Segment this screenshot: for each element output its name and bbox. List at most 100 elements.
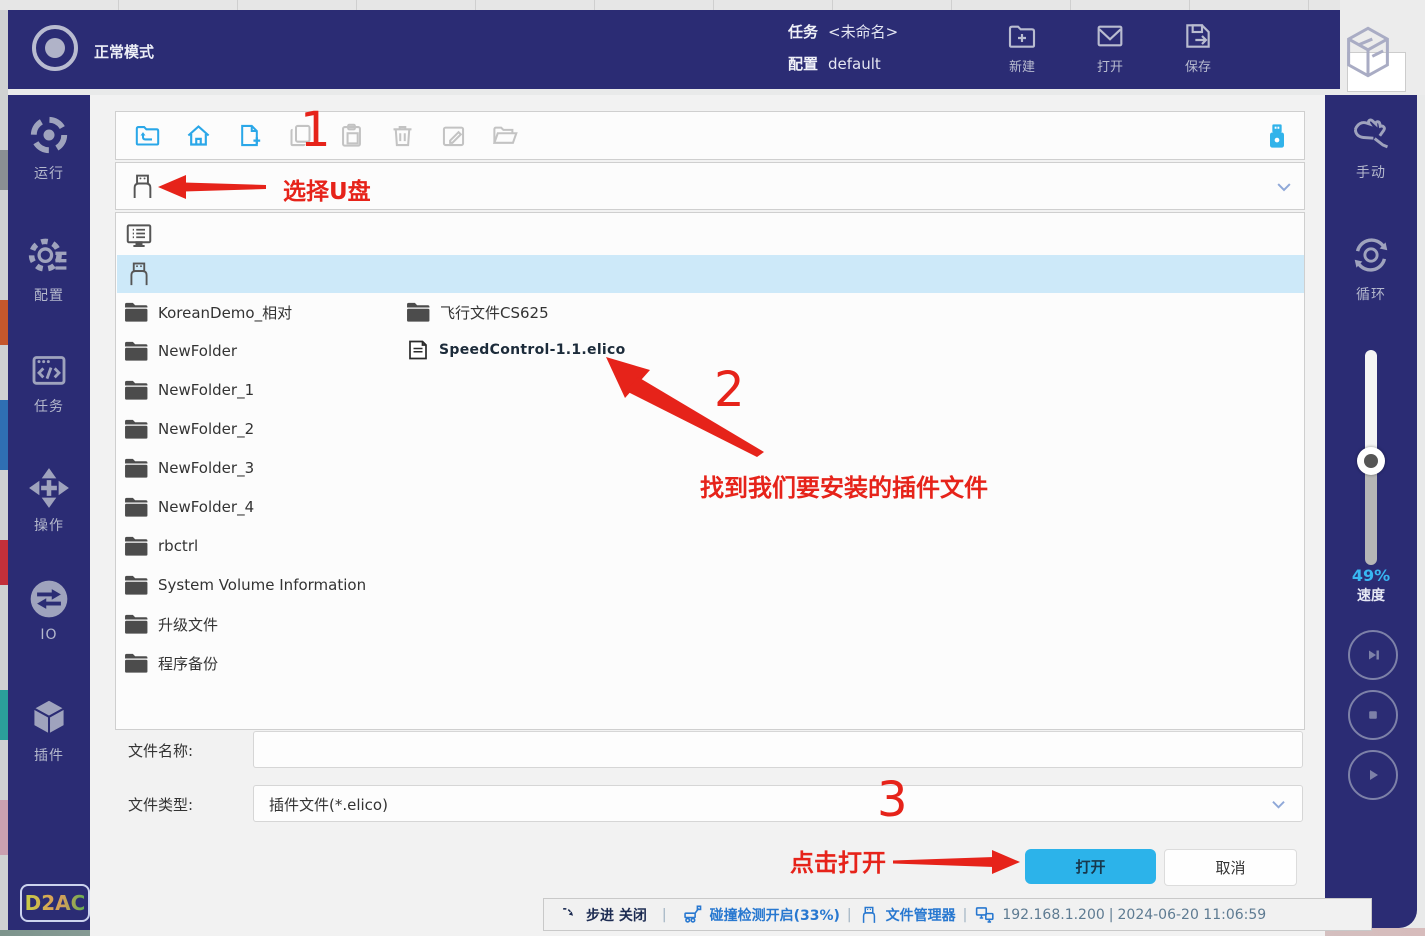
file-row[interactable]: NewFolder_2 xyxy=(124,415,254,443)
open-task-icon xyxy=(1094,20,1126,52)
folder-icon xyxy=(124,574,149,596)
datetime: 2024-06-20 11:06:59 xyxy=(1118,907,1267,923)
play-button[interactable] xyxy=(1348,750,1398,800)
file-row[interactable]: NewFolder_4 xyxy=(124,493,254,521)
file-manager-text[interactable]: 文件管理器 xyxy=(886,905,956,925)
file-name-label: 文件名称: xyxy=(128,740,193,761)
app-window: 正常模式 任务 <未命名> 配置 default 新建 打开 保存 xyxy=(0,0,1425,936)
sidebar-item-io[interactable]: IO xyxy=(8,577,90,643)
folder-icon xyxy=(124,457,149,479)
new-file-button[interactable] xyxy=(236,122,263,149)
sidebar-item-run[interactable]: 运行 xyxy=(8,113,90,183)
run-icon xyxy=(27,113,71,157)
d2ac-badge[interactable]: D2AC xyxy=(20,884,90,922)
record-mode-icon[interactable] xyxy=(26,19,84,77)
top-bar: 正常模式 任务 <未命名> 配置 default 新建 打开 保存 xyxy=(8,10,1340,89)
step-mode-text[interactable]: 步进 关闭 xyxy=(586,905,647,925)
device-row-local[interactable] xyxy=(116,217,1304,255)
sidebar-item-manual[interactable]: 手动 xyxy=(1325,112,1417,182)
file-type-select[interactable]: 插件文件(*.elico) xyxy=(253,785,1303,822)
file-type-value: 插件文件(*.elico) xyxy=(269,794,388,815)
home-button[interactable] xyxy=(185,122,212,149)
chevron-down-icon xyxy=(1274,177,1294,197)
save-task-label: 保存 xyxy=(1185,56,1211,75)
file-name: NewFolder xyxy=(158,342,237,360)
usb-device-button[interactable] xyxy=(1263,122,1291,150)
sidebar-item-config[interactable]: 配置 xyxy=(8,235,90,305)
sidebar-item-plugin[interactable]: 插件 xyxy=(8,695,90,765)
cancel-button[interactable]: 取消 xyxy=(1164,849,1297,886)
sidebar-item-label: IO xyxy=(40,627,57,643)
annotation-arrow-right xyxy=(893,849,1020,875)
folder-icon xyxy=(124,496,149,518)
sidebar-item-label: 插件 xyxy=(34,745,64,765)
device-row-usb[interactable] xyxy=(117,255,1304,293)
file-name: KoreanDemo_相对 xyxy=(158,302,292,323)
sidebar-item-label: 操作 xyxy=(34,515,64,535)
file-row[interactable]: NewFolder xyxy=(124,337,237,365)
file-row[interactable]: NewFolder_3 xyxy=(124,454,254,482)
ip-address: 192.168.1.200 xyxy=(1002,907,1104,923)
stop-button[interactable] xyxy=(1348,690,1398,740)
open-task-button[interactable]: 打开 xyxy=(1085,20,1135,75)
sidebar-item-operate[interactable]: 操作 xyxy=(8,467,90,535)
config-label: 配置 xyxy=(788,52,818,76)
desktop-fragment xyxy=(0,300,8,345)
folder-icon xyxy=(124,340,149,362)
usb-stick-icon xyxy=(125,260,153,288)
collision-text[interactable]: 碰撞检测开启(33%) xyxy=(710,905,840,925)
sidebar-item-label: 循环 xyxy=(1356,284,1386,304)
annotation-arrow-diagonal xyxy=(600,353,772,461)
open-button[interactable]: 打开 xyxy=(1025,849,1156,884)
file-row[interactable]: 飞行文件CS625 xyxy=(406,298,549,326)
computer-icon xyxy=(124,221,154,251)
file-name: 飞行文件CS625 xyxy=(440,302,549,323)
paste-button[interactable] xyxy=(338,122,365,149)
delete-button[interactable] xyxy=(389,122,416,149)
file-row-plugin[interactable]: SpeedControl-1.1.elico xyxy=(406,336,626,364)
speed-label: 速度 xyxy=(1325,585,1417,605)
desktop-top-strip xyxy=(0,0,1425,10)
file-type-label: 文件类型: xyxy=(128,794,193,815)
collision-icon xyxy=(682,904,703,925)
new-task-button[interactable]: 新建 xyxy=(997,20,1047,75)
file-row[interactable]: KoreanDemo_相对 xyxy=(124,298,292,326)
sidebar-item-label: 手动 xyxy=(1356,162,1386,182)
folder-icon xyxy=(406,301,431,323)
network-icon xyxy=(974,904,995,925)
chevron-down-icon xyxy=(1269,795,1288,814)
desktop-fragment xyxy=(0,400,8,470)
file-name-input[interactable] xyxy=(253,731,1303,768)
sidebar-item-label: 任务 xyxy=(34,396,64,416)
folder-up-button[interactable] xyxy=(134,122,161,149)
file-row[interactable]: System Volume Information xyxy=(124,571,366,599)
step-next-button[interactable] xyxy=(1348,630,1398,680)
open-task-label: 打开 xyxy=(1097,56,1123,75)
new-task-label: 新建 xyxy=(1009,56,1035,75)
file-row[interactable]: 程序备份 xyxy=(124,649,218,677)
folder-icon xyxy=(124,652,149,674)
sidebar-item-loop[interactable]: 循环 xyxy=(1325,232,1417,304)
desktop-fragment xyxy=(0,690,8,740)
step-next-icon xyxy=(1361,643,1385,667)
divider: | xyxy=(1109,907,1114,923)
file-row[interactable]: 升级文件 xyxy=(124,610,218,638)
brand-logo-icon xyxy=(1342,24,1394,80)
annotation-step3-number: 3 xyxy=(877,776,908,824)
folder-icon xyxy=(124,613,149,635)
divider: | xyxy=(662,907,667,923)
save-task-button[interactable]: 保存 xyxy=(1173,20,1223,75)
status-bar: 步进 关闭 | 碰撞检测开启(33%) | 文件管理器 | 192.168.1.… xyxy=(543,898,1372,931)
rename-button[interactable] xyxy=(440,122,467,149)
file-toolbar xyxy=(115,111,1305,160)
file-row[interactable]: NewFolder_1 xyxy=(124,376,254,404)
loop-icon xyxy=(1348,232,1394,278)
mode-label: 正常模式 xyxy=(94,41,154,62)
file-name: NewFolder_3 xyxy=(158,459,254,477)
manual-hand-icon xyxy=(1348,112,1394,156)
sidebar-item-task[interactable]: 任务 xyxy=(8,350,90,416)
file-row[interactable]: rbctrl xyxy=(124,532,198,560)
file-name: SpeedControl-1.1.elico xyxy=(439,342,626,358)
divider: | xyxy=(963,907,968,923)
open-folder-button[interactable] xyxy=(491,122,518,149)
